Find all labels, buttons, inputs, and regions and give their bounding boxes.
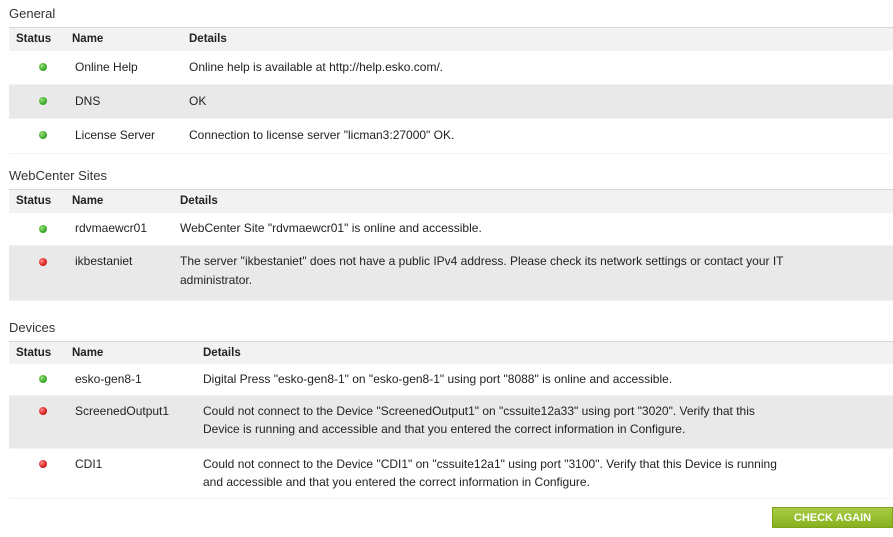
table-row: License Server Connection to license ser…	[9, 119, 893, 153]
status-ok-icon	[39, 131, 47, 139]
table-row: ScreenedOutput1 Could not connect to the…	[9, 396, 893, 448]
status-ok-icon	[39, 63, 47, 71]
row-details: Online help is available at http://help.…	[189, 60, 444, 74]
status-header: Status	[16, 195, 52, 207]
webcenter-table: Status Name Details rdvmaewcr01 WebCente…	[9, 189, 893, 301]
devices-table: Status Name Details esko-gen8-1 Digital …	[9, 341, 893, 499]
details-header: Details	[180, 195, 218, 207]
table-header: Status Name Details	[9, 190, 893, 212]
status-header: Status	[16, 33, 52, 45]
row-details-line1: Could not connect to the Device "Screene…	[203, 404, 755, 418]
row-details: Connection to license server "licman3:27…	[189, 128, 455, 142]
row-name: ikbestaniet	[75, 254, 133, 268]
table-row: DNS OK	[9, 85, 893, 118]
row-details: OK	[189, 94, 207, 108]
table-row: esko-gen8-1 Digital Press "esko-gen8-1" …	[9, 364, 893, 395]
status-ok-icon	[39, 97, 47, 105]
status-ok-icon	[39, 225, 47, 233]
table-header: Status Name Details	[9, 342, 893, 364]
devices-section-title: Devices	[9, 320, 56, 335]
check-again-button[interactable]: CHECK AGAIN	[772, 507, 893, 528]
row-name: rdvmaewcr01	[75, 221, 148, 235]
details-header: Details	[203, 347, 241, 359]
table-row: CDI1 Could not connect to the Device "CDI…	[9, 449, 893, 498]
row-name: esko-gen8-1	[75, 372, 142, 386]
row-name: CDI1	[75, 457, 103, 471]
row-name: ScreenedOutput1	[75, 404, 170, 418]
name-header: Name	[72, 33, 104, 45]
row-name: License Server	[75, 128, 156, 142]
table-row: ikbestaniet The server "ikbestaniet" doe…	[9, 246, 893, 300]
row-details-line2: administrator.	[180, 273, 253, 287]
row-details-line1: Could not connect to the Device "CDI1" o…	[203, 457, 777, 471]
name-header: Name	[72, 195, 104, 207]
general-table: Status Name Details Online Help Online h…	[9, 27, 893, 154]
status-error-icon	[39, 407, 47, 415]
row-name: Online Help	[75, 60, 138, 74]
status-error-icon	[39, 460, 47, 468]
table-header: Status Name Details	[9, 28, 893, 50]
row-details-line1: The server "ikbestaniet" does not have a…	[180, 254, 784, 268]
row-name: DNS	[75, 94, 101, 108]
row-details: Digital Press "esko-gen8-1" on "esko-gen…	[203, 372, 673, 386]
row-details: WebCenter Site "rdvmaewcr01" is online a…	[180, 221, 482, 235]
status-error-icon	[39, 258, 47, 266]
details-header: Details	[189, 33, 227, 45]
table-row: rdvmaewcr01 WebCenter Site "rdvmaewcr01"…	[9, 213, 893, 245]
status-header: Status	[16, 347, 52, 359]
row-details-line2: Device is running and accessible and tha…	[203, 422, 686, 436]
row-details-line2: and accessible and that you entered the …	[203, 475, 590, 489]
name-header: Name	[72, 347, 104, 359]
webcenter-section-title: WebCenter Sites	[9, 168, 108, 183]
status-ok-icon	[39, 375, 47, 383]
table-row: Online Help Online help is available at …	[9, 51, 893, 84]
general-section-title: General	[9, 6, 56, 21]
